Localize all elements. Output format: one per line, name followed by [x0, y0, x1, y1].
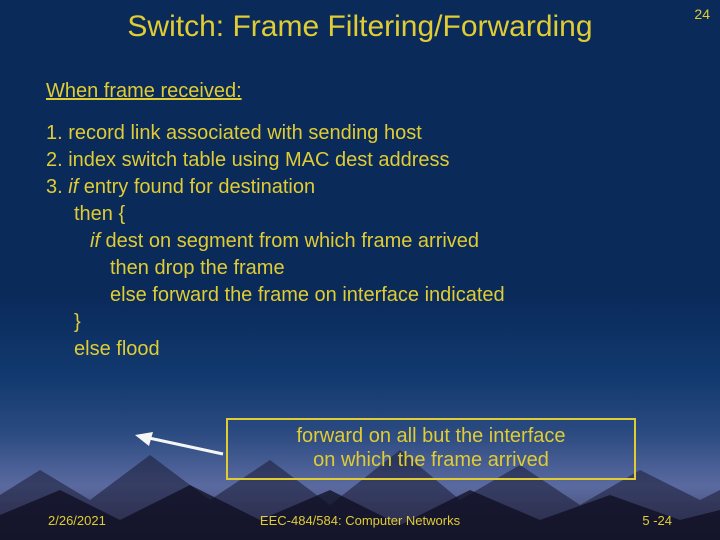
slide-title: Switch: Frame Filtering/Forwarding [0, 10, 720, 44]
outer-else-line: else flood [74, 336, 666, 363]
section-heading: When frame received: [46, 80, 242, 103]
inner-then-line: then drop the frame [110, 255, 666, 282]
step-3-num: 3. [46, 176, 68, 198]
flood-callout: forward on all but the interface on whic… [226, 418, 636, 480]
then-open: then { [74, 201, 666, 228]
callout-line-1: forward on all but the interface [236, 424, 626, 448]
slide-body: 1. record link associated with sending h… [46, 120, 666, 363]
inner-if-line: if dest on segment from which frame arri… [90, 228, 666, 255]
keyword-else-inner: else [110, 284, 147, 306]
keyword-else-outer: else [74, 338, 111, 360]
close-brace: } [74, 309, 666, 336]
keyword-then-inner: then [110, 257, 149, 279]
keyword-if: if [68, 176, 78, 198]
footer-page: 5 -24 [642, 513, 672, 528]
step-3: 3. if entry found for destination [46, 174, 666, 201]
inner-else-line: else forward the frame on interface indi… [110, 282, 666, 309]
slide: 24 Switch: Frame Filtering/Forwarding Wh… [0, 0, 720, 540]
outer-else-rest: flood [111, 338, 160, 360]
step-1: 1. record link associated with sending h… [46, 120, 666, 147]
step-3-rest: entry found for destination [78, 176, 315, 198]
callout-arrow-icon [135, 432, 225, 460]
callout-line-2: on which the frame arrived [236, 448, 626, 472]
inner-if-rest: dest on segment from which frame arrived [100, 230, 479, 252]
inner-else-rest: forward the frame on interface indicated [147, 284, 505, 306]
step-2: 2. index switch table using MAC dest add… [46, 147, 666, 174]
footer-course: EEC-484/584: Computer Networks [0, 513, 720, 528]
keyword-if-inner: if [90, 230, 100, 252]
inner-then-rest: drop the frame [149, 257, 285, 279]
